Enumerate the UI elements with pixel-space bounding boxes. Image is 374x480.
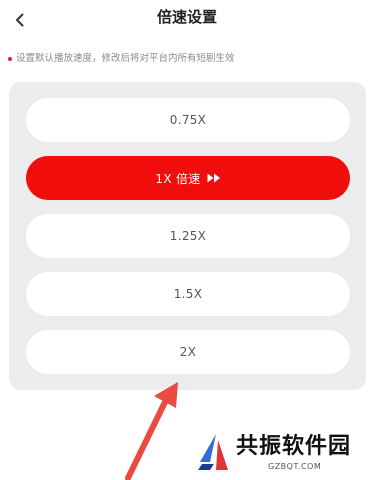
speed-option-label: 0.75X — [169, 113, 207, 127]
speed-option-2x[interactable]: 2X — [26, 330, 350, 374]
hint-bullet-icon — [8, 57, 12, 61]
header: 倍速设置 — [0, 0, 374, 40]
watermark: 共振软件园 GZBQT.COM — [196, 430, 366, 476]
speed-option-0-75x[interactable]: 0.75X — [26, 98, 350, 142]
speed-option-1-25x[interactable]: 1.25X — [26, 214, 350, 258]
fast-forward-icon — [207, 173, 221, 183]
speed-option-label: 1.25X — [169, 229, 207, 243]
speed-option-1x[interactable]: 1X 倍速 — [26, 156, 350, 200]
annotation-arrow — [125, 382, 178, 480]
watermark-logo-icon — [198, 434, 228, 470]
speed-option-label: 1X 倍速 — [155, 171, 201, 186]
speed-option-1-5x[interactable]: 1.5X — [26, 272, 350, 316]
watermark-name: 共振软件园 — [236, 434, 352, 459]
page-title: 倍速设置 — [156, 8, 217, 26]
hint-text: 设置默认播放速度，修改后将对平台内所有短剧生效 — [16, 53, 235, 64]
watermark-url: GZBQT.COM — [268, 462, 322, 471]
speed-option-label: 1.5X — [173, 287, 203, 301]
speed-options-panel: 0.75X 1X 倍速 1.25X 1.5X 2X — [9, 82, 366, 390]
hint-row: 设置默认播放速度，修改后将对平台内所有短剧生效 — [8, 51, 235, 67]
speed-option-label: 2X — [179, 345, 197, 359]
